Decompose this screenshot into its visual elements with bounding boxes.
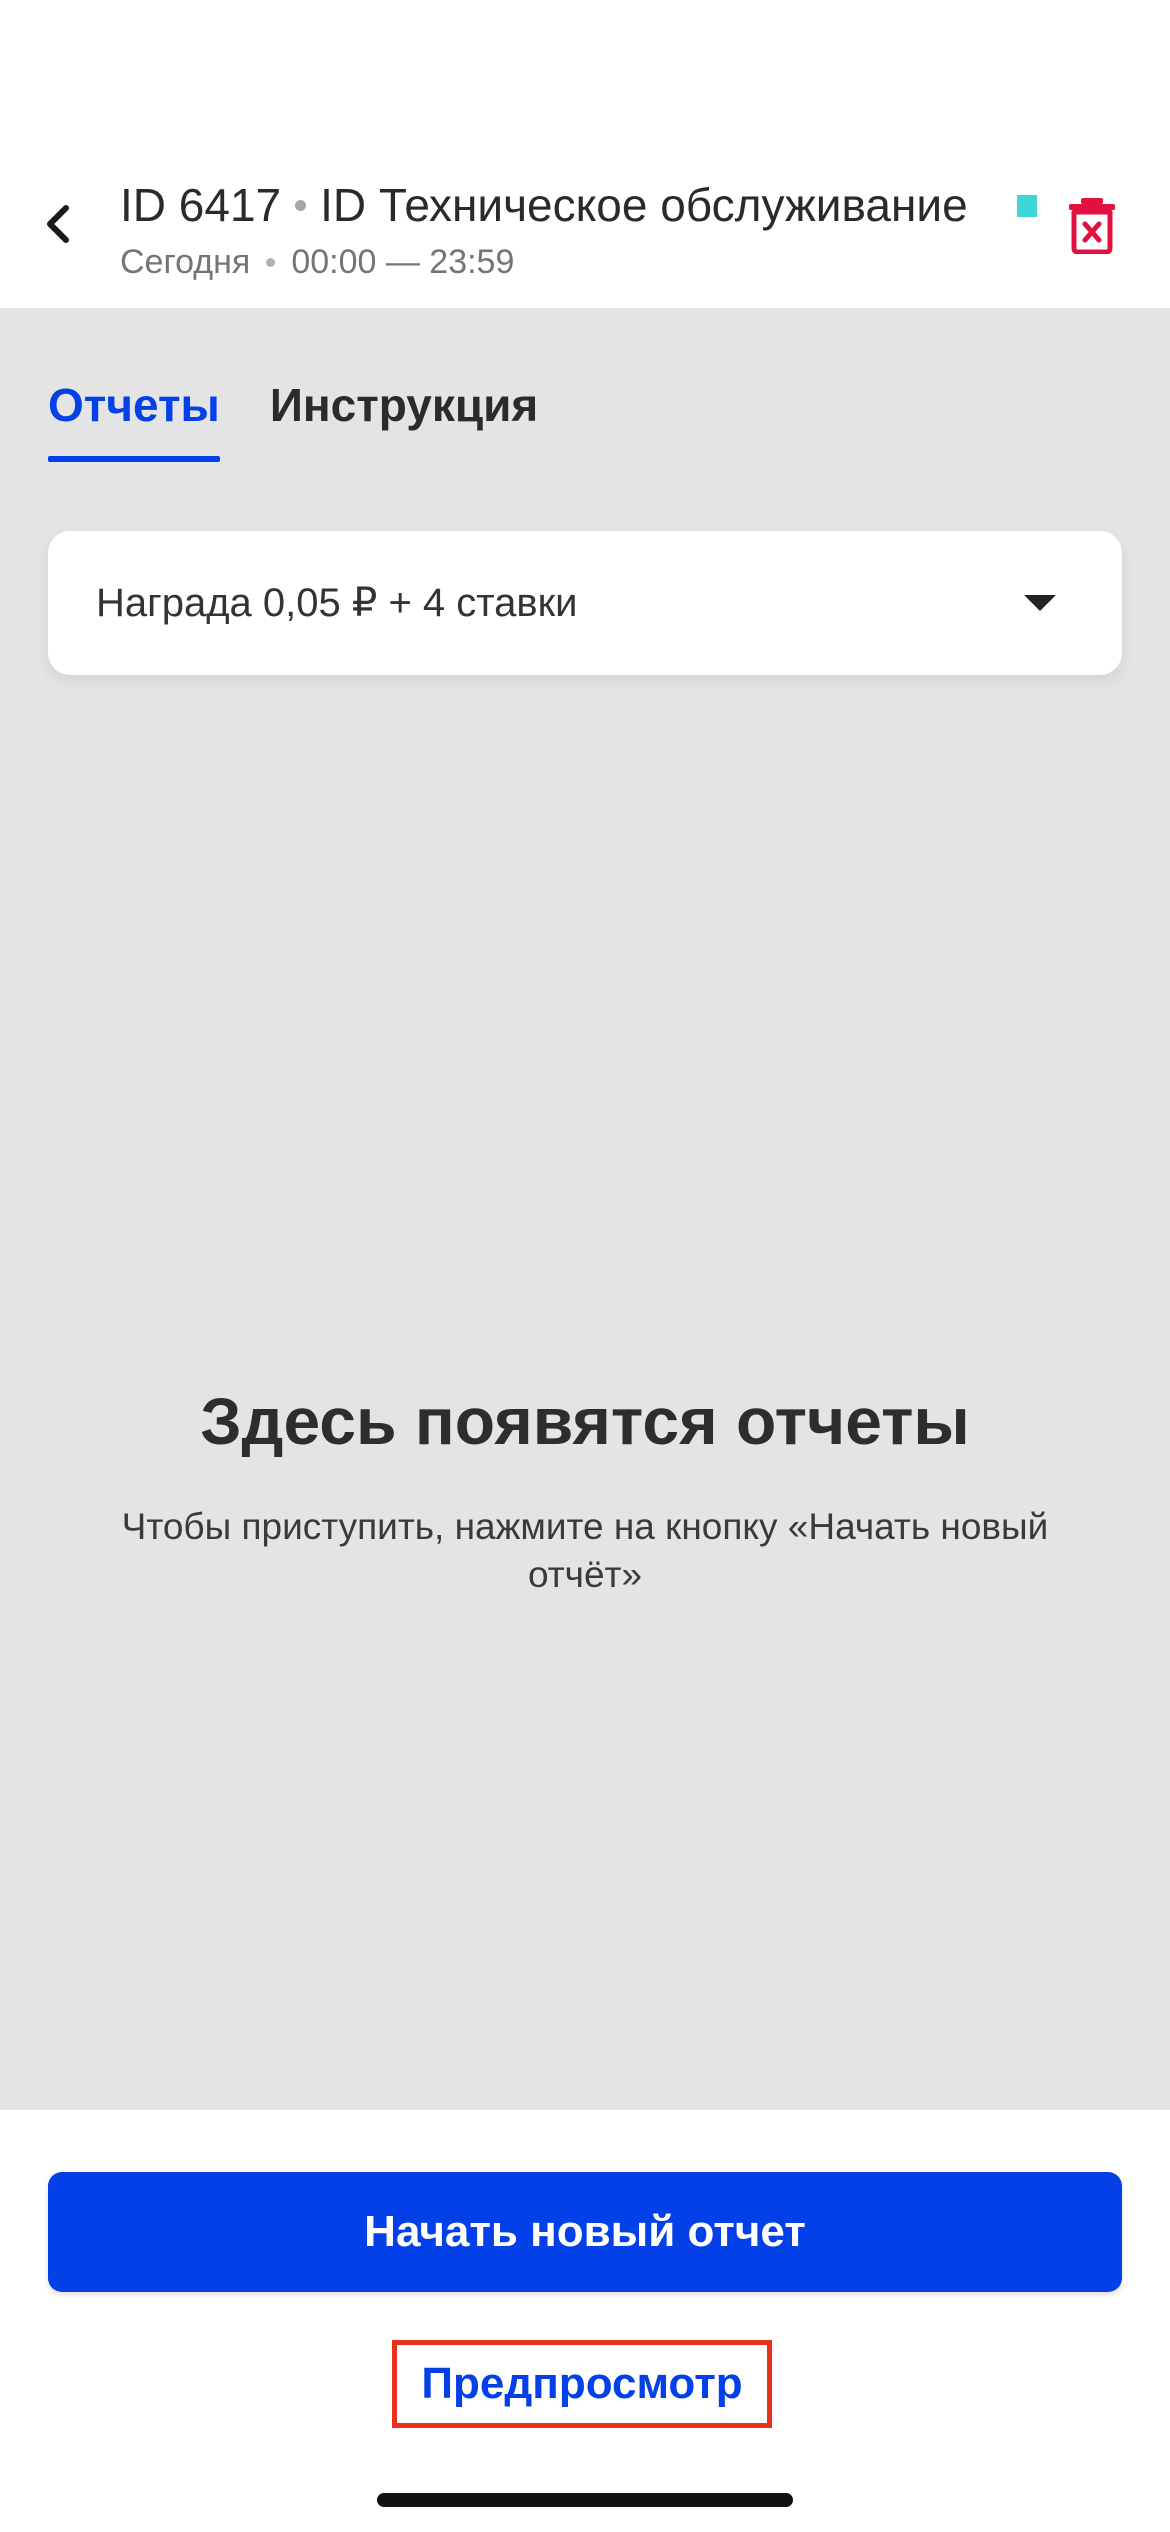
home-indicator — [377, 2493, 793, 2507]
task-schedule: Сегодня 00:00 — 23:59 — [120, 238, 514, 286]
tab-reports[interactable]: Отчеты — [48, 378, 220, 462]
tab-bar: Отчеты Инструкция — [48, 378, 588, 462]
task-id: ID 6417 — [120, 179, 282, 231]
reward-text: Награда 0,05 ₽ + 4 ставки — [96, 581, 578, 625]
task-title: ID 6417 ID Техническое обслуживание — [120, 172, 1000, 238]
empty-state-description: Чтобы приступить, нажмите на кнопку «Нач… — [121, 1506, 1049, 1595]
empty-state-title: Здесь появятся отчеты — [200, 1384, 970, 1458]
trash-icon — [1069, 198, 1115, 254]
back-button[interactable] — [28, 190, 88, 258]
schedule-separator-dot — [266, 257, 276, 267]
tab-instruction[interactable]: Инструкция — [270, 378, 538, 462]
date-label: Сегодня — [120, 242, 251, 281]
status-indicator — [1017, 195, 1037, 217]
time-range: 00:00 — 23:59 — [291, 242, 515, 281]
delete-button[interactable] — [1060, 190, 1124, 260]
preview-button[interactable]: Предпросмотр — [392, 2340, 772, 2428]
chevron-down-icon — [1024, 595, 1056, 611]
bottom-actions: Начать новый отчет Предпросмотр — [0, 2110, 1170, 2532]
title-separator-dot — [295, 199, 307, 211]
chevron-left-icon — [47, 205, 69, 243]
task-name: ID Техническое обслуживание — [320, 179, 968, 231]
start-new-report-button[interactable]: Начать новый отчет — [48, 2172, 1122, 2292]
content-area: Отчеты Инструкция Награда 0,05 ₽ + 4 ста… — [0, 308, 1170, 2110]
reward-dropdown[interactable]: Награда 0,05 ₽ + 4 ставки — [48, 531, 1122, 675]
top-bar: ID 6417 ID Техническое обслуживание Сего… — [0, 0, 1170, 308]
